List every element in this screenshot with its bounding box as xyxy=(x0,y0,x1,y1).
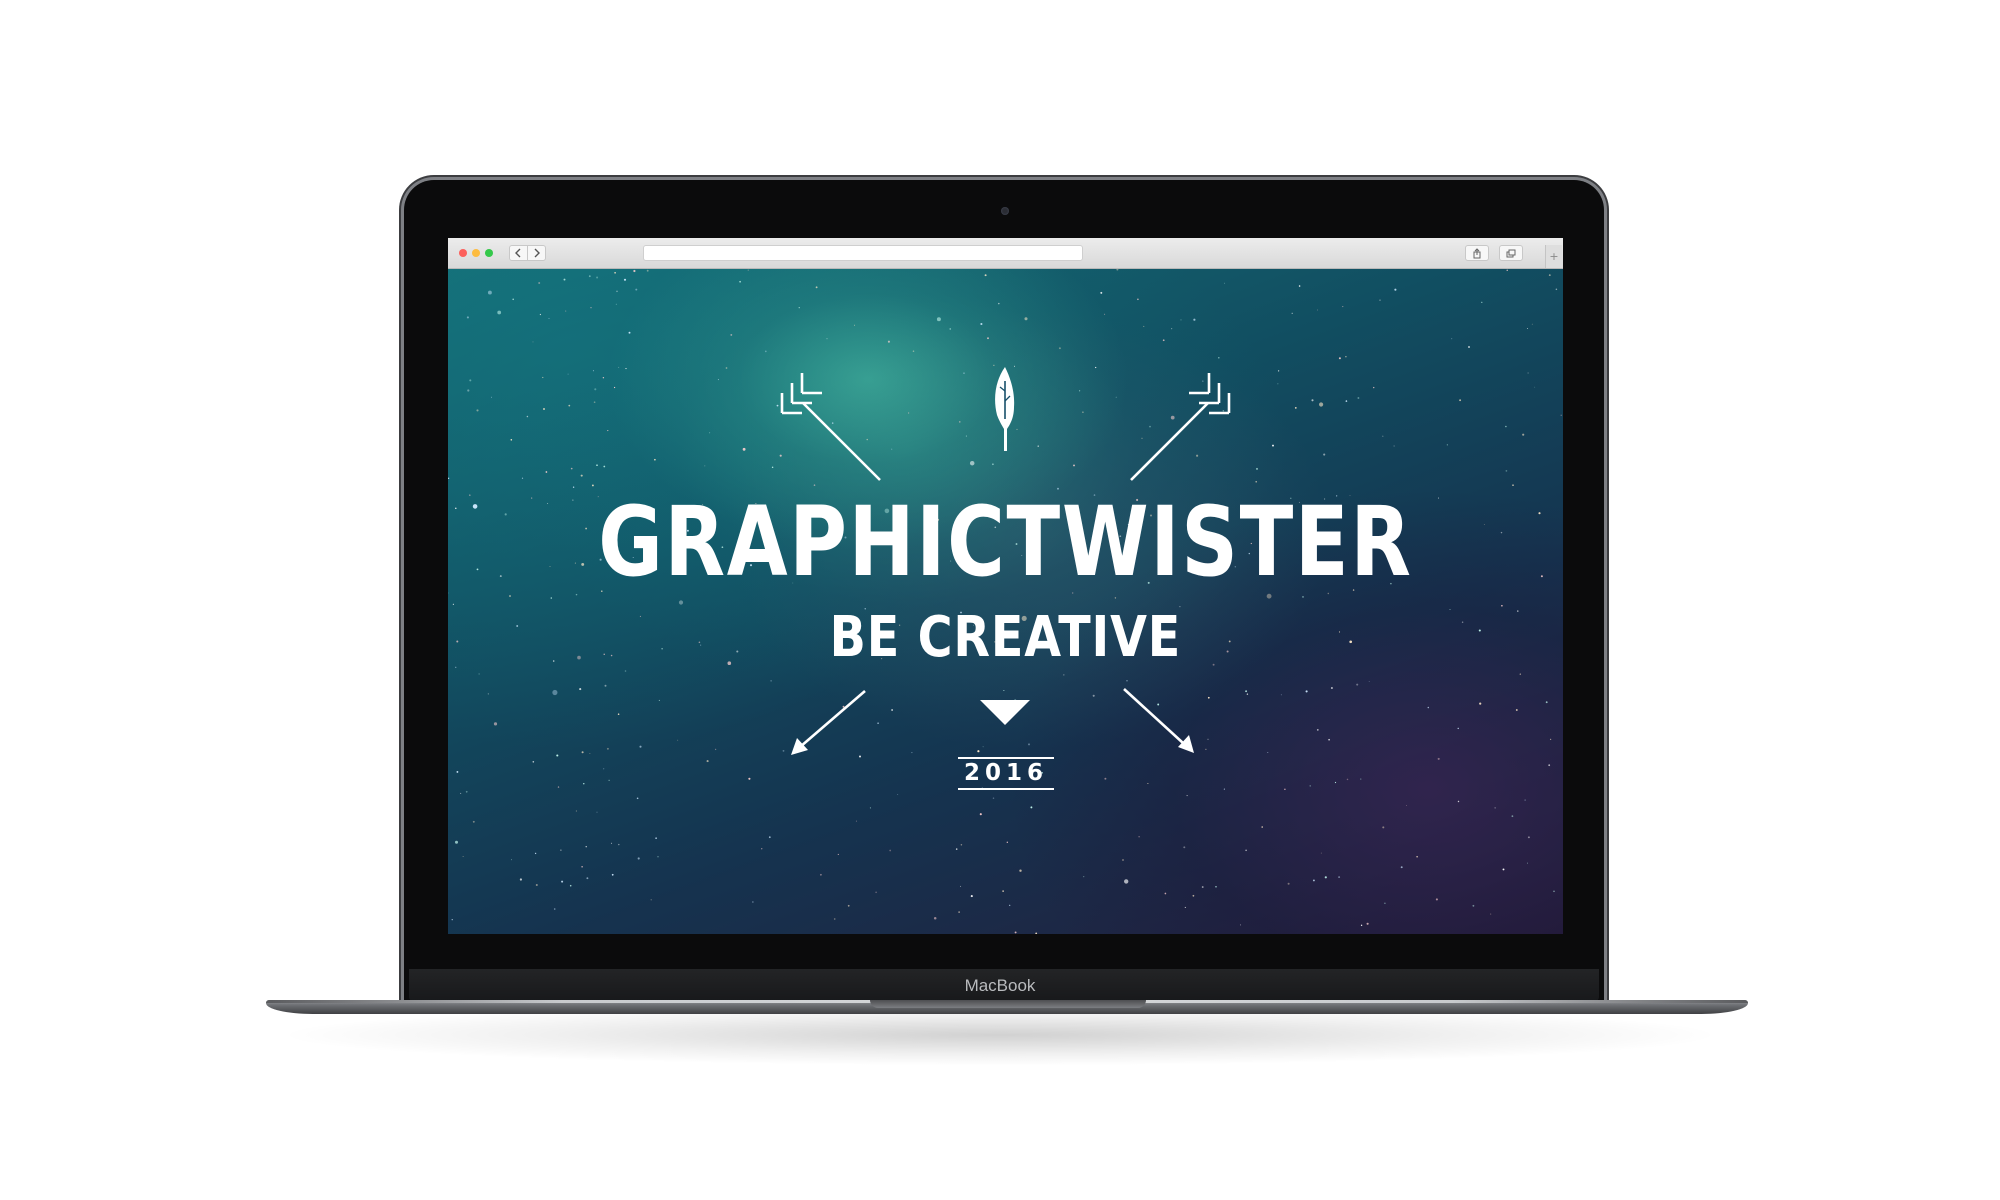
zoom-window-button[interactable] xyxy=(485,249,493,257)
arrow-lower-left-icon xyxy=(791,690,866,755)
tabs-overview-button[interactable] xyxy=(1499,245,1523,261)
laptop-opening-notch xyxy=(870,1000,1146,1008)
site-title: GRAPHICTWISTER xyxy=(598,486,1413,598)
new-tab-button[interactable]: + xyxy=(1545,245,1562,268)
share-icon xyxy=(1473,248,1481,259)
tabs-overview-icon xyxy=(1506,249,1516,258)
stage: + GRAPHICTWISTER BE CREATIVE 2016 MacBoo… xyxy=(0,0,2000,1200)
minimize-window-button[interactable] xyxy=(472,249,480,257)
chevron-left-icon xyxy=(515,248,521,258)
address-bar[interactable] xyxy=(643,245,1083,261)
back-button[interactable] xyxy=(509,245,528,261)
site-tagline: BE CREATIVE xyxy=(829,605,1182,670)
laptop-shadow xyxy=(290,1005,1710,1065)
logo-emblem xyxy=(780,367,1231,755)
close-window-button[interactable] xyxy=(459,249,467,257)
laptop-screen: + GRAPHICTWISTER BE CREATIVE 2016 xyxy=(448,238,1563,934)
feather-icon xyxy=(995,367,1015,451)
chevron-right-icon xyxy=(534,248,540,258)
arrow-upper-right-icon xyxy=(1130,373,1231,481)
camera-icon xyxy=(1001,207,1009,215)
brand-label: MacBook xyxy=(964,976,1036,995)
arrow-upper-left-icon xyxy=(780,373,881,481)
web-page-content: GRAPHICTWISTER BE CREATIVE 2016 xyxy=(448,269,1563,934)
share-button[interactable] xyxy=(1465,245,1489,261)
down-triangle-icon xyxy=(980,700,1030,725)
arrow-lower-right-icon xyxy=(1123,688,1194,753)
forward-button[interactable] xyxy=(527,245,546,261)
browser-toolbar: + xyxy=(448,238,1563,269)
year-label: 2016 xyxy=(958,757,1054,790)
